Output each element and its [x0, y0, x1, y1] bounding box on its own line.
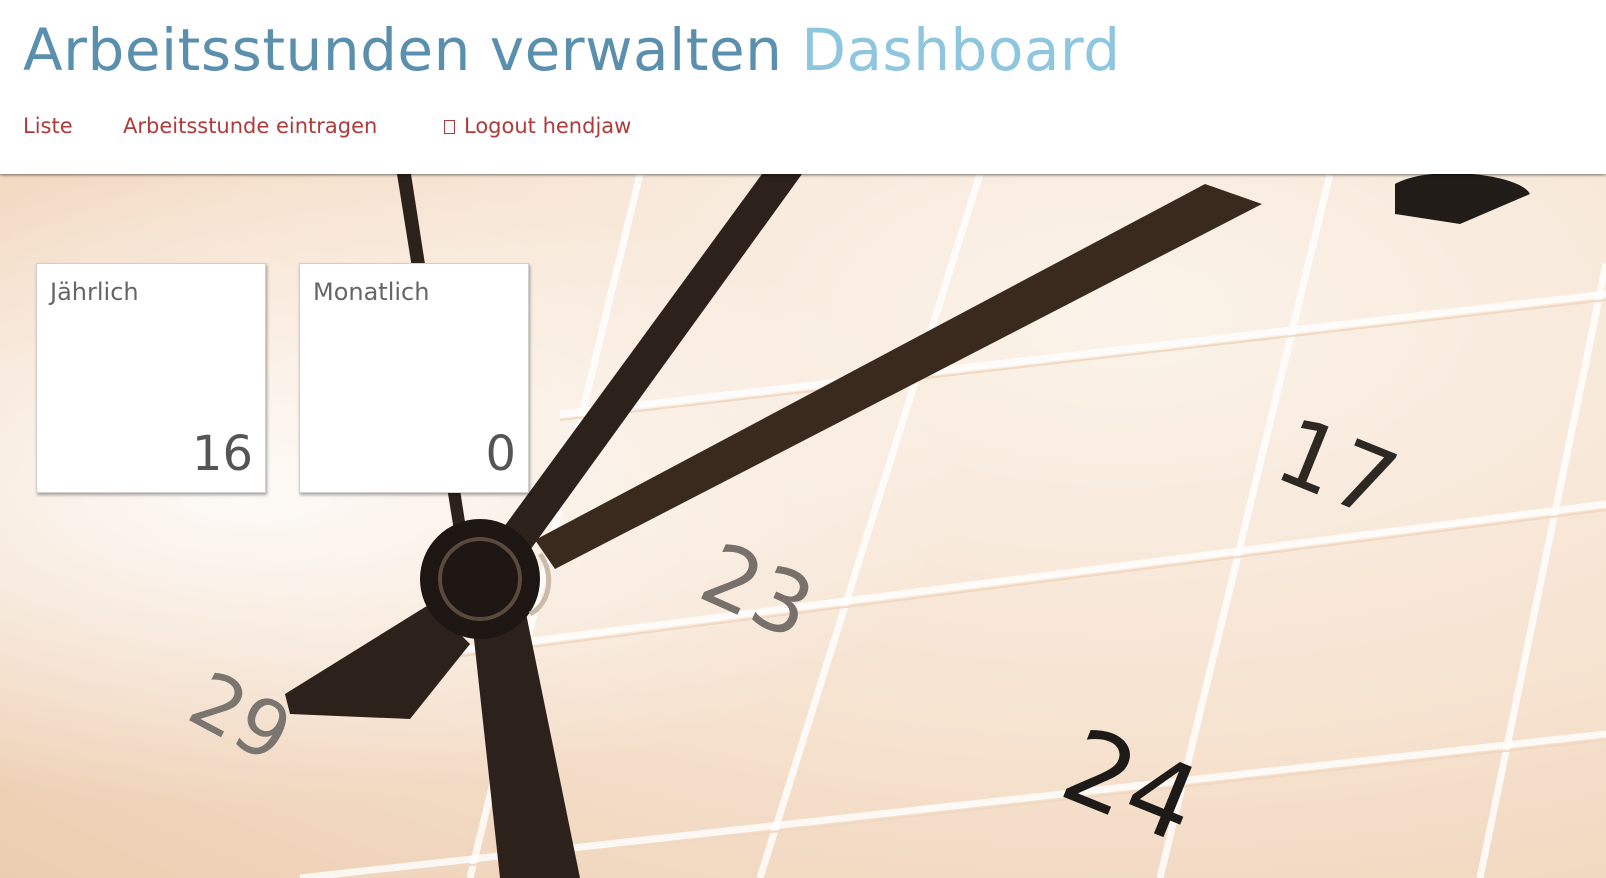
nav-link-eintragen-label: Arbeitsstunde eintragen [123, 114, 378, 138]
logout-icon [444, 120, 455, 134]
nav-link-liste[interactable]: Liste [23, 110, 73, 142]
card-jaehrlich: Jährlich 16 [36, 263, 266, 493]
nav-link-arbeitsstunde-eintragen[interactable]: Arbeitsstunde eintragen [123, 110, 377, 142]
dashboard-title: Dashboard [801, 16, 1121, 84]
page-header: Arbeitsstunden verwalten Dashboard Liste… [0, 0, 1606, 174]
card-monatlich: Monatlich 0 [299, 263, 529, 493]
page-title: Arbeitsstunden verwalten Dashboard [23, 14, 1121, 86]
app-title: Arbeitsstunden verwalten [23, 16, 783, 84]
logout-label: Logout hendjaw [464, 114, 632, 138]
card-monatlich-label: Monatlich [313, 278, 430, 306]
logout-link[interactable]: Logout hendjaw [444, 110, 631, 142]
card-monatlich-value: 0 [485, 426, 516, 482]
card-jaehrlich-label: Jährlich [50, 278, 139, 306]
nav-link-liste-label: Liste [23, 114, 73, 138]
card-jaehrlich-value: 16 [191, 426, 253, 482]
